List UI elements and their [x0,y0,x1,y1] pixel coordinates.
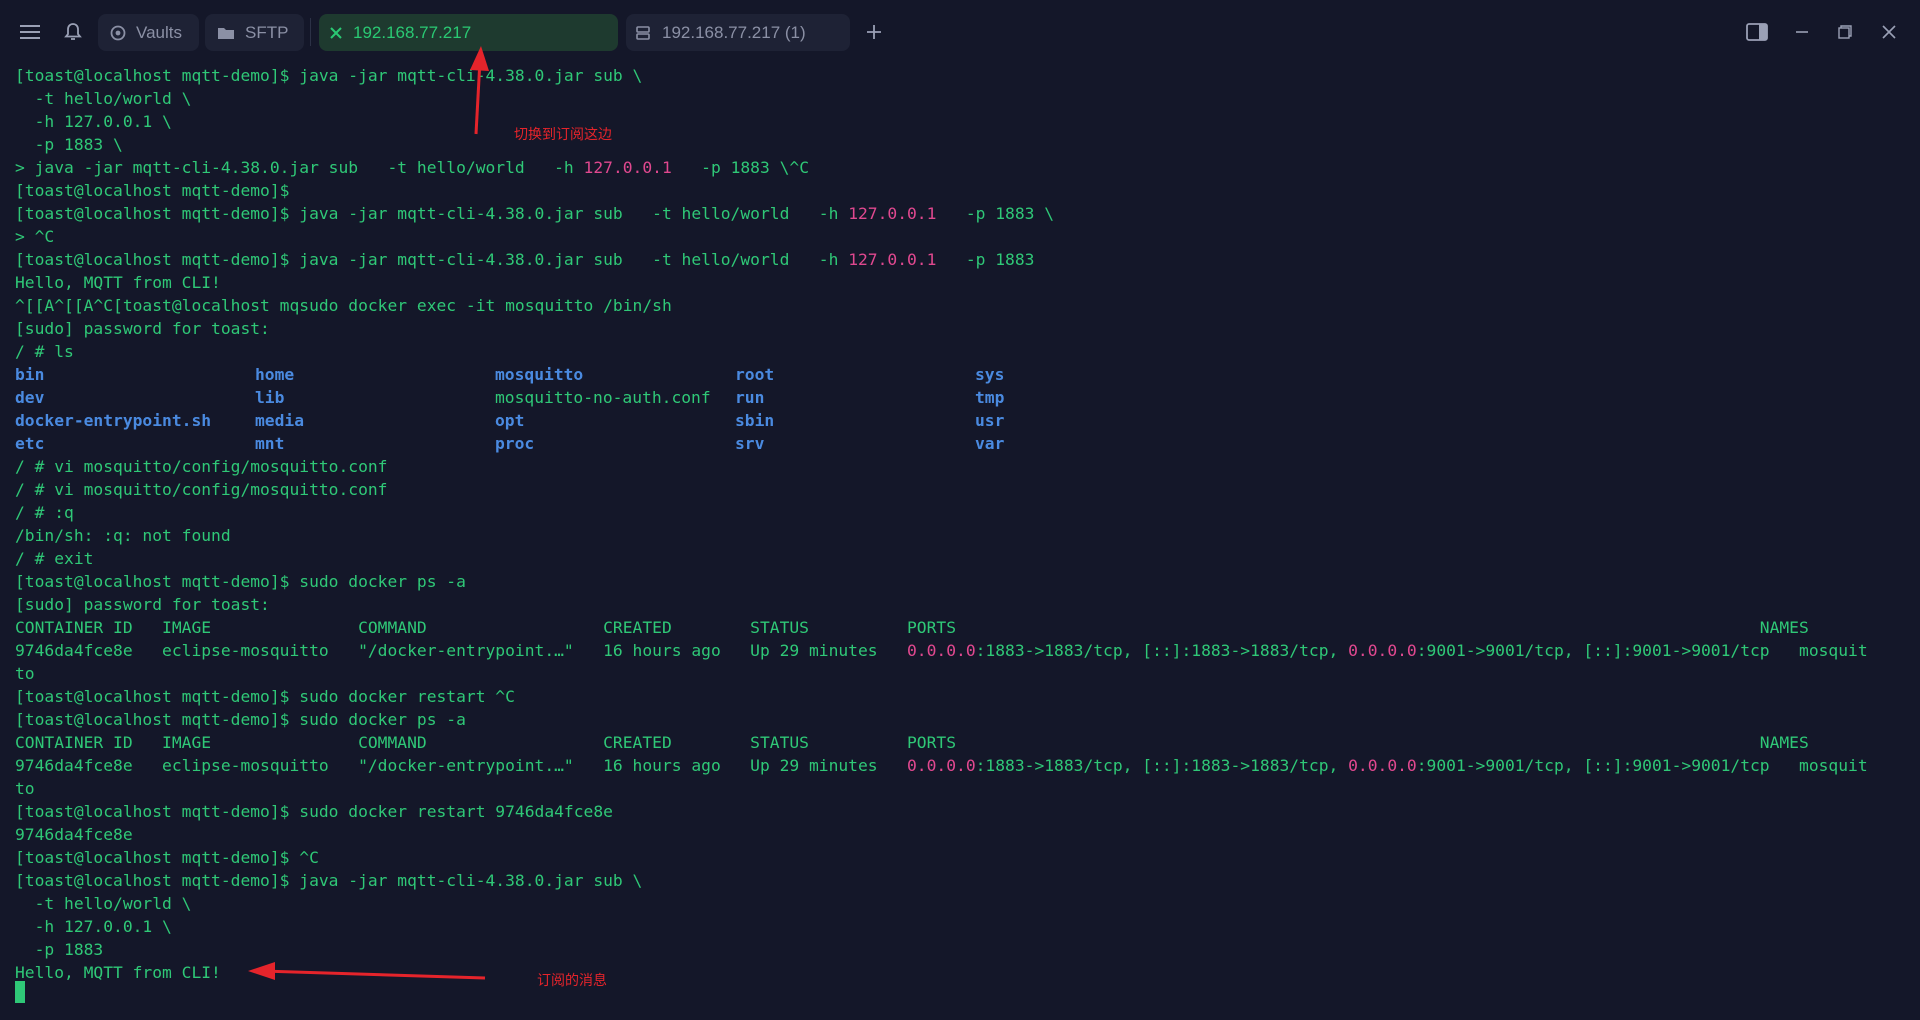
terminal-line: -t hello/world \ [15,894,192,913]
terminal-line: -t hello/world \ [15,89,192,108]
ip-highlight: 0.0.0.0 [1348,641,1417,660]
terminal-line: [toast@localhost mqtt-demo]$ java -jar m… [15,66,643,85]
docker-ps-row: 9746da4fce8e eclipse-mosquitto "/docker-… [15,756,1868,775]
terminal-line: /bin/sh: :q: not found [15,526,231,545]
hamburger-menu-icon[interactable] [18,20,42,44]
sidebar-toggle-icon[interactable] [1745,20,1769,44]
ls-entry: home [255,365,295,384]
terminal-line: ^[[A^[[A^C[toast@localhost mqsudo docker… [15,296,672,315]
terminal-line: [sudo] password for toast: [15,595,270,614]
ls-entry: run [735,388,765,407]
tab-vaults[interactable]: Vaults [98,14,199,51]
ls-entry: etc [15,434,45,453]
ls-entry: dev [15,388,45,407]
title-bar: Vaults SFTP 192.168.77.217 192.168.77.21… [0,0,1920,64]
docker-ps-row: 9746da4fce8e eclipse-mosquitto "/docker-… [15,641,1868,660]
terminal-line: [sudo] password for toast: [15,319,270,338]
add-tab-icon[interactable] [862,20,886,44]
ls-entry: mosquitto-no-auth.conf [495,388,711,407]
terminal-line: > java -jar mqtt-cli-4.38.0.jar sub -t h… [15,158,809,177]
terminal-line: -p 1883 [15,940,104,959]
ls-entry: sbin [735,411,775,430]
ls-entry: mosquitto [495,365,584,384]
ls-entry: bin [15,365,45,384]
ip-highlight: 127.0.0.1 [583,158,672,177]
ls-entry: srv [735,434,765,453]
terminal-line: > ^C [15,227,55,246]
bell-icon[interactable] [61,20,85,44]
docker-ps-header: CONTAINER ID IMAGE COMMAND CREATED STATU… [15,733,1809,752]
ls-entry: tmp [975,388,1005,407]
terminal-line: Hello, MQTT from CLI! [15,273,221,292]
annotation-message-note: 订阅的消息 [537,973,607,989]
ls-entry: root [735,365,775,384]
ls-entry: sys [975,365,1005,384]
close-window-icon[interactable] [1877,20,1901,44]
terminal-line: -h 127.0.0.1 \ [15,112,172,131]
terminal-line: -h 127.0.0.1 \ [15,917,172,936]
terminal-line: / # vi mosquitto/config/mosquitto.conf [15,457,388,476]
terminal-line: to [15,779,35,798]
ls-entry: lib [255,388,285,407]
terminal-line: -p 1883 \ [15,135,123,154]
terminal-line: to [15,664,35,683]
terminal-line: [toast@localhost mqtt-demo]$ ^C [15,848,319,867]
terminal-line: [toast@localhost mqtt-demo]$ sudo docker… [15,572,466,591]
ip-highlight: 0.0.0.0 [1348,756,1417,775]
annotation-switch-note: 切换到订阅这边 [514,127,612,143]
folder-icon [218,27,234,39]
terminal-line: [toast@localhost mqtt-demo]$ sudo docker… [15,710,466,729]
terminal-line: [toast@localhost mqtt-demo]$ java -jar m… [15,871,643,890]
tab-host-second[interactable]: 192.168.77.217 (1) [626,14,850,51]
terminal-line: [toast@localhost mqtt-demo]$ [15,181,290,200]
server-icon [636,25,650,40]
ip-highlight: 127.0.0.1 [848,250,937,269]
close-icon[interactable] [329,26,343,40]
terminal-line: Hello, MQTT from CLI! [15,963,221,982]
tab-sftp-label: SFTP [245,22,289,42]
ip-highlight: 0.0.0.0 [907,641,976,660]
terminal-line: / # :q [15,503,74,522]
vault-icon [110,25,126,40]
docker-ps-header: CONTAINER ID IMAGE COMMAND CREATED STATU… [15,618,1809,637]
ip-highlight: 127.0.0.1 [848,204,937,223]
terminal-line: [toast@localhost mqtt-demo]$ sudo docker… [15,802,613,821]
ls-entry: usr [975,411,1005,430]
terminal-line: [toast@localhost mqtt-demo]$ java -jar m… [15,204,1055,223]
ls-entry: media [255,411,305,430]
terminal-output[interactable]: [toast@localhost mqtt-demo]$ java -jar m… [0,64,1920,1020]
terminal-line: 9746da4fce8e [15,825,133,844]
terminal-cursor [15,981,25,1003]
tab-host-active[interactable]: 192.168.77.217 [319,14,618,51]
terminal-line: [toast@localhost mqtt-demo]$ sudo docker… [15,687,515,706]
tab-host-active-label: 192.168.77.217 [353,22,472,42]
restore-window-icon[interactable] [1833,20,1857,44]
ls-entry: mnt [255,434,285,453]
ip-highlight: 0.0.0.0 [907,756,976,775]
terminal-line: / # exit [15,549,94,568]
tab-sftp[interactable]: SFTP [205,14,304,51]
terminal-line: [toast@localhost mqtt-demo]$ java -jar m… [15,250,1035,269]
tab-host-second-label: 192.168.77.217 (1) [662,22,806,42]
terminal-line: / # ls [15,342,74,361]
ls-entry: opt [495,411,525,430]
tab-vaults-label: Vaults [136,22,182,42]
ls-entry: docker-entrypoint.sh [15,411,212,430]
terminal-line: / # vi mosquitto/config/mosquitto.conf [15,480,388,499]
ls-entry: proc [495,434,535,453]
minimize-icon[interactable] [1790,20,1814,44]
ls-entry: var [975,434,1005,453]
tab-divider [310,18,311,46]
